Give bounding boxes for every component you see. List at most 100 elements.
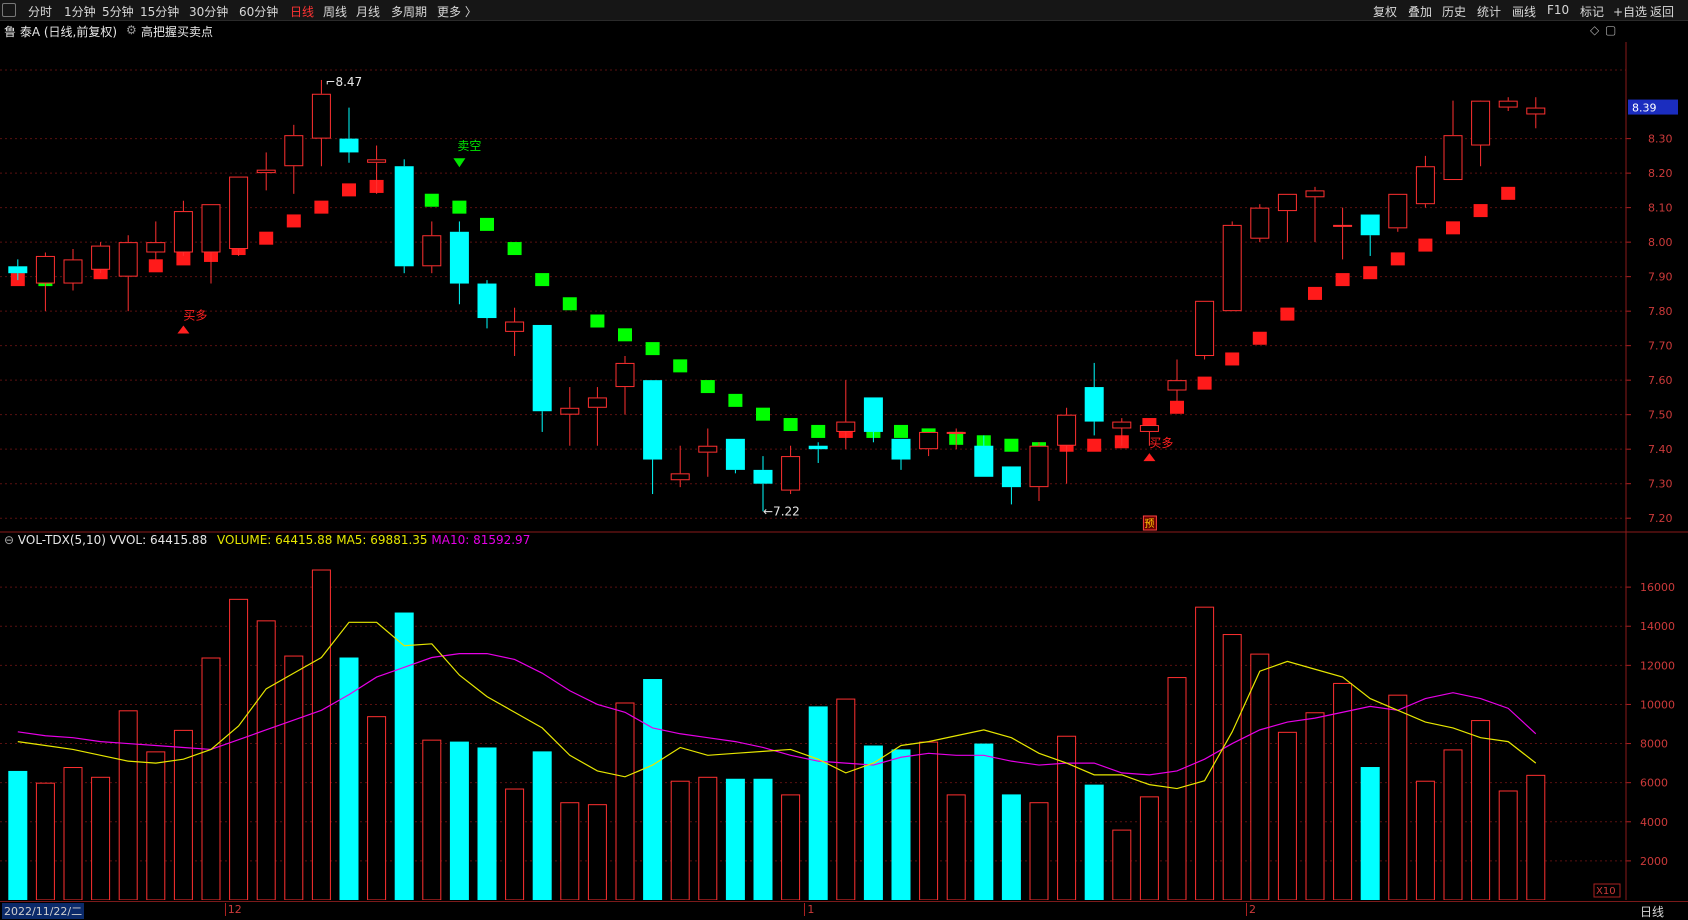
ma10-readout: MA10: 81592.97 — [431, 533, 531, 547]
volume-bar — [339, 657, 359, 900]
volume-bar — [35, 782, 55, 900]
volume-bar — [1139, 796, 1159, 900]
cursor-date: 2022/11/22/二 — [2, 903, 85, 919]
signal-block — [756, 407, 770, 421]
volume-bar — [173, 729, 193, 900]
candle-body — [505, 321, 525, 332]
buy-signal-arrow — [1143, 453, 1156, 462]
candle-body — [1029, 445, 1049, 488]
volume-tick-label: 2000 — [1640, 855, 1668, 868]
candle-body — [1222, 224, 1242, 312]
candle-body — [753, 469, 773, 484]
candle-body — [339, 138, 359, 153]
price-tick-label: 7.20 — [1648, 512, 1673, 525]
chart-canvas[interactable]: ⌐8.47←7.22买多买多卖空预 8.308.208.108.007.907.… — [0, 0, 1688, 900]
volume-bar — [670, 780, 690, 900]
volume-bar — [1360, 767, 1380, 900]
period-label[interactable]: 日线 — [1640, 903, 1664, 920]
candle-body — [173, 211, 193, 253]
volume-indicator-name[interactable]: VOL-TDX(5,10) — [18, 533, 106, 547]
price-axis: 8.30 8.20 8.10 8.00 7.90 7.80 7.70 7.60 7.50 7.40… — [1626, 99, 1678, 525]
signal-block — [1363, 266, 1378, 280]
candle-body — [1250, 207, 1270, 239]
candle-body — [284, 135, 304, 167]
volume-bar — [311, 569, 331, 900]
signal-block — [507, 242, 522, 256]
signal-block — [894, 424, 908, 438]
candle-body — [477, 283, 497, 319]
volume-bar — [1388, 694, 1408, 900]
signal-block — [618, 328, 632, 342]
candle-body — [808, 445, 828, 450]
high-price-label: ⌐8.47 — [325, 75, 362, 89]
volume-bar — [449, 741, 469, 900]
candle-body — [670, 473, 690, 481]
volume-bar — [974, 743, 994, 900]
volume-bar — [1471, 720, 1491, 900]
volume-bar — [891, 749, 911, 900]
candle-body — [836, 421, 856, 432]
signal-block — [1225, 352, 1240, 366]
price-tick-label: 7.90 — [1648, 271, 1673, 284]
volume-bar — [1112, 829, 1132, 900]
candle-body — [146, 242, 166, 253]
price-tick-label: 8.30 — [1648, 133, 1673, 146]
candle-body — [532, 324, 552, 412]
volume-bar — [284, 655, 304, 900]
volume-bar — [532, 751, 552, 900]
candle-body — [1001, 466, 1021, 488]
candle-body — [1084, 387, 1104, 422]
volume-bar — [753, 778, 773, 900]
price-tick-label: 7.70 — [1648, 340, 1673, 353]
signal-block — [424, 193, 439, 207]
candle-body — [1443, 135, 1463, 181]
volume-axis: 16000 14000 12000 10000 8000 6000 4000 2000 X10 — [1593, 581, 1675, 898]
volume-bar — [1001, 794, 1021, 900]
signal-block — [452, 200, 467, 214]
volume-tick-label: 12000 — [1640, 659, 1675, 672]
candle-body — [1057, 414, 1077, 446]
candle-body — [946, 431, 966, 434]
volume-bar — [505, 788, 525, 900]
volume-bar — [1084, 784, 1104, 900]
signal-block — [480, 217, 494, 231]
volume-bar — [919, 741, 939, 900]
volume-bar — [1277, 731, 1297, 900]
candle-body — [698, 445, 718, 453]
signal-block — [700, 380, 715, 394]
price-grid — [0, 69, 1626, 519]
volume-bar — [477, 747, 497, 900]
volume-bar — [1443, 749, 1463, 900]
collapse-icon[interactable]: ⊖ — [4, 533, 14, 547]
volume-bar — [615, 702, 635, 900]
signal-block — [1170, 400, 1184, 414]
volume-bar — [422, 739, 442, 900]
volume-bar — [836, 698, 856, 900]
volume-bars — [8, 569, 1546, 900]
signal-block — [1252, 331, 1267, 345]
month-label: 1 — [804, 903, 814, 916]
price-tick-label: 8.20 — [1648, 167, 1673, 180]
candle-body — [394, 166, 414, 267]
candle-body — [1305, 190, 1325, 198]
signal-block — [590, 314, 605, 328]
volume-bar — [1305, 712, 1325, 900]
signal-block — [148, 259, 163, 273]
candle-body — [891, 438, 911, 460]
signal-block — [286, 214, 301, 228]
low-price-label: ←7.22 — [763, 504, 800, 518]
buy-signal-arrow — [177, 325, 190, 334]
volume-tick-label: 16000 — [1640, 581, 1675, 594]
volume-bar — [1498, 790, 1518, 900]
volume-bar — [1029, 802, 1049, 900]
price-tick-label: 8.10 — [1648, 202, 1673, 215]
volume-bar — [1526, 774, 1546, 900]
volume-bar — [1195, 606, 1215, 900]
signal-block — [783, 418, 798, 432]
sell-signal-label: 卖空 — [457, 139, 481, 153]
volume-readout: ⊖ VOL-TDX(5,10) VVOL: 64415.88 VOLUME: 6… — [4, 533, 530, 547]
candle-body — [1333, 224, 1353, 227]
vvol-readout: VVOL: 64415.88 — [109, 533, 208, 547]
volume-bar — [781, 794, 801, 900]
candle-body — [229, 176, 249, 250]
